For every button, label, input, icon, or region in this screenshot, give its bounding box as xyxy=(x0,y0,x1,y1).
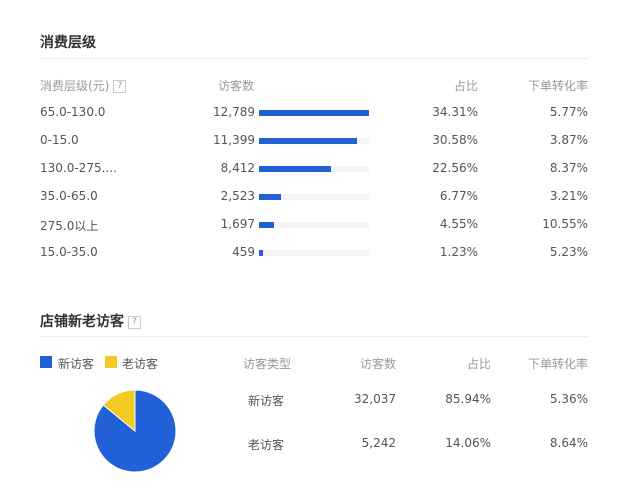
section-title-visitors: 店铺新老访客? xyxy=(40,311,141,331)
section-title-tier: 消费层级 xyxy=(40,35,96,51)
legend-label-new: 新访客 xyxy=(58,357,95,371)
bar-track xyxy=(259,222,369,228)
bar-fill xyxy=(259,166,332,172)
bar-track xyxy=(259,138,369,144)
header-share: 占比 xyxy=(453,79,478,93)
legend-swatch-old xyxy=(105,356,117,368)
header-tier-label: 消费层级(元) xyxy=(40,79,110,93)
divider xyxy=(40,58,588,59)
pie-chart xyxy=(93,389,177,473)
conversion-rate: 3.21% xyxy=(549,189,588,203)
visitor-count: 2,523 xyxy=(220,189,255,203)
conversion-rate: 10.55% xyxy=(542,217,588,231)
bar-fill xyxy=(259,110,369,116)
header-rate: 下单转化率 xyxy=(527,79,588,93)
tier-label: 0-15.0 xyxy=(40,133,79,147)
visitor-count: 12,789 xyxy=(213,105,255,119)
header-type: 访客类型 xyxy=(243,357,292,371)
bar-fill xyxy=(259,222,274,228)
header-tier: 消费层级(元)? xyxy=(40,77,127,94)
help-icon[interactable]: ? xyxy=(113,80,127,93)
section-title-visitors-label: 店铺新老访客 xyxy=(40,314,124,330)
conversion-rate: 3.87% xyxy=(549,133,588,147)
conversion-rate: 8.64% xyxy=(549,436,588,450)
bar-fill xyxy=(259,250,263,256)
visitor-count: 1,697 xyxy=(220,217,255,231)
share: 22.56% xyxy=(432,161,478,175)
visitor-count: 11,399 xyxy=(213,133,255,147)
bar-fill xyxy=(259,138,358,144)
share: 34.31% xyxy=(432,105,478,119)
share: 1.23% xyxy=(439,245,478,259)
legend-swatch-new xyxy=(40,356,52,368)
visitor-type: 老访客 xyxy=(248,438,285,452)
tier-label: 35.0-65.0 xyxy=(40,189,98,203)
bar-track xyxy=(259,166,369,172)
visitor-count: 8,412 xyxy=(220,161,255,175)
tier-label: 65.0-130.0 xyxy=(40,105,106,119)
header-share: 占比 xyxy=(466,357,491,371)
bar-track xyxy=(259,110,369,116)
help-icon[interactable]: ? xyxy=(128,315,141,329)
visitor-count: 32,037 xyxy=(354,392,396,406)
share: 6.77% xyxy=(439,189,478,203)
bar-track xyxy=(259,250,369,256)
visitor-count: 459 xyxy=(232,245,255,259)
tier-label: 130.0-275.... xyxy=(40,161,117,175)
header-visitors: 访客数 xyxy=(359,357,396,371)
bar-track xyxy=(259,194,369,200)
conversion-rate: 5.36% xyxy=(549,392,588,406)
header-visitors: 访客数 xyxy=(218,79,255,93)
header-rate: 下单转化率 xyxy=(527,357,588,371)
bar-fill xyxy=(259,194,281,200)
share: 14.06% xyxy=(445,436,491,450)
visitor-type: 新访客 xyxy=(248,394,285,408)
conversion-rate: 5.23% xyxy=(549,245,588,259)
visitor-count: 5,242 xyxy=(361,436,396,450)
legend-label-old: 老访客 xyxy=(122,357,159,371)
conversion-rate: 8.37% xyxy=(549,161,588,175)
tier-label: 15.0-35.0 xyxy=(40,245,98,259)
conversion-rate: 5.77% xyxy=(549,105,588,119)
share: 30.58% xyxy=(432,133,478,147)
tier-label: 275.0以上 xyxy=(40,219,99,233)
divider xyxy=(40,336,588,337)
share: 4.55% xyxy=(439,217,478,231)
share: 85.94% xyxy=(445,392,491,406)
